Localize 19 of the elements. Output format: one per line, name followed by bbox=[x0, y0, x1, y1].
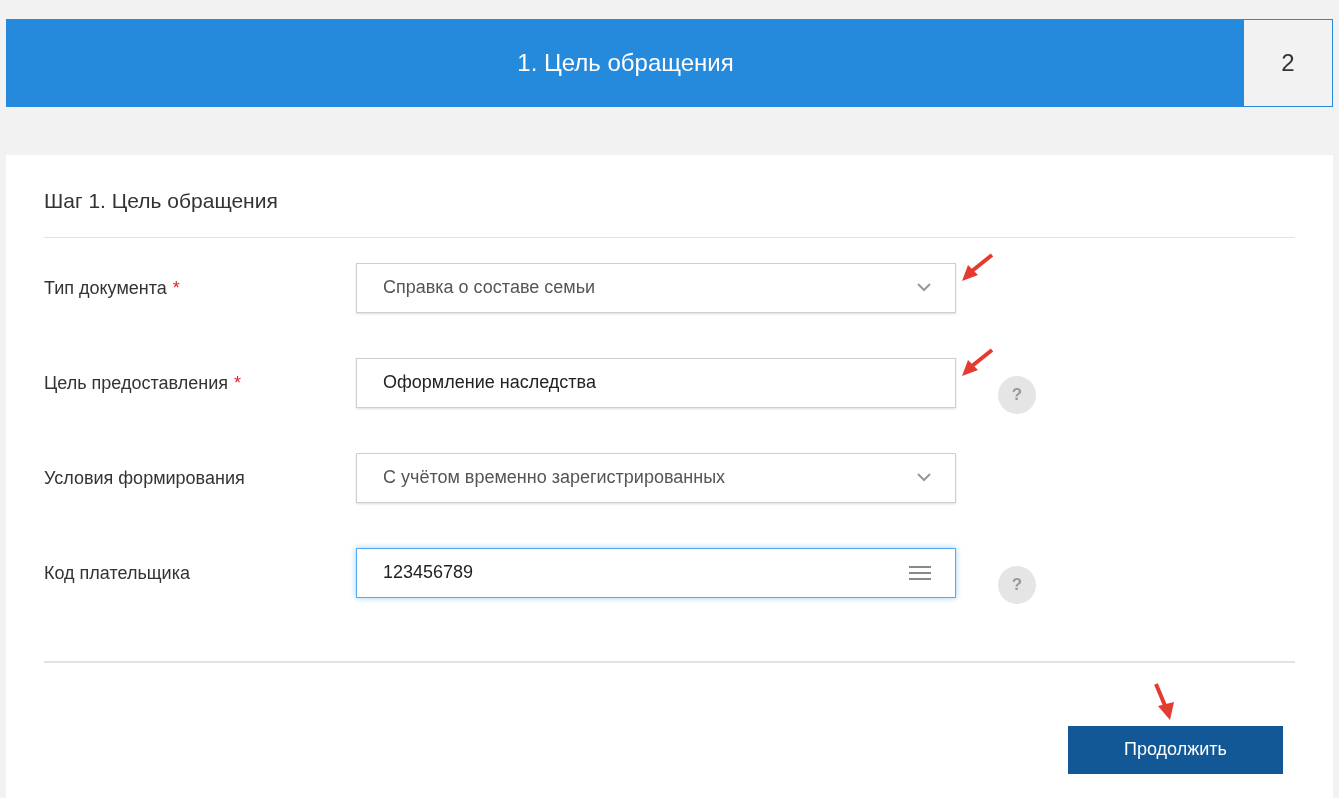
required-mark: * bbox=[172, 276, 180, 300]
annotation-arrow bbox=[960, 252, 994, 283]
annotation-arrow bbox=[1152, 681, 1176, 722]
field-label: Цель предоставления bbox=[44, 371, 228, 395]
field-label: Тип документа bbox=[44, 276, 167, 300]
required-mark: * bbox=[233, 371, 241, 395]
menu-icon[interactable] bbox=[909, 564, 931, 581]
field-label: Код плательщика bbox=[44, 561, 190, 585]
step-tab[interactable]: 1. Цель обращения bbox=[7, 20, 1244, 106]
input-field[interactable]: 123456789 bbox=[356, 547, 956, 598]
continue-button[interactable]: Продолжить bbox=[1068, 725, 1283, 774]
chevron-down-icon bbox=[917, 283, 931, 292]
form-title: Шаг 1. Цель обращения bbox=[44, 185, 1295, 238]
field-label: Условия формирования bbox=[44, 466, 245, 490]
chevron-down-icon bbox=[917, 473, 931, 482]
select-field[interactable]: С учётом временно зарегистрированных bbox=[356, 452, 956, 503]
input-field[interactable]: Оформление наследства bbox=[356, 357, 956, 408]
annotation-arrow bbox=[960, 347, 994, 378]
select-field[interactable]: Справка о составе семьи bbox=[356, 262, 956, 313]
